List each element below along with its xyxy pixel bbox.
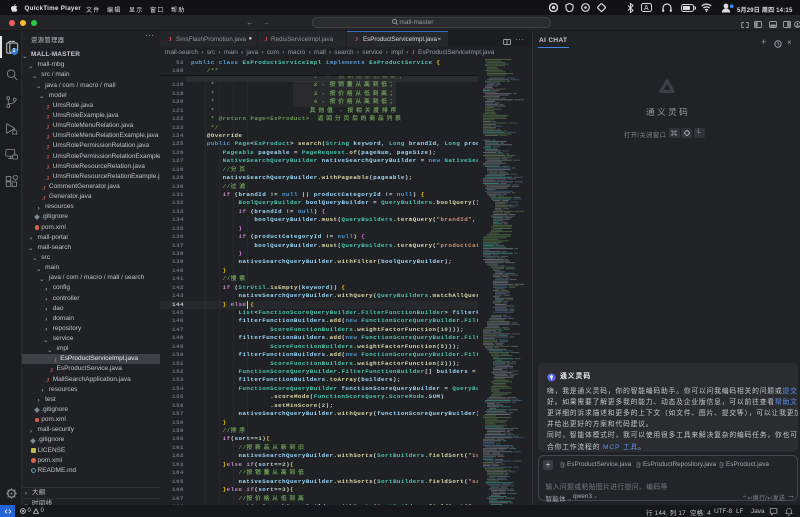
- svg-text:A: A: [644, 5, 649, 12]
